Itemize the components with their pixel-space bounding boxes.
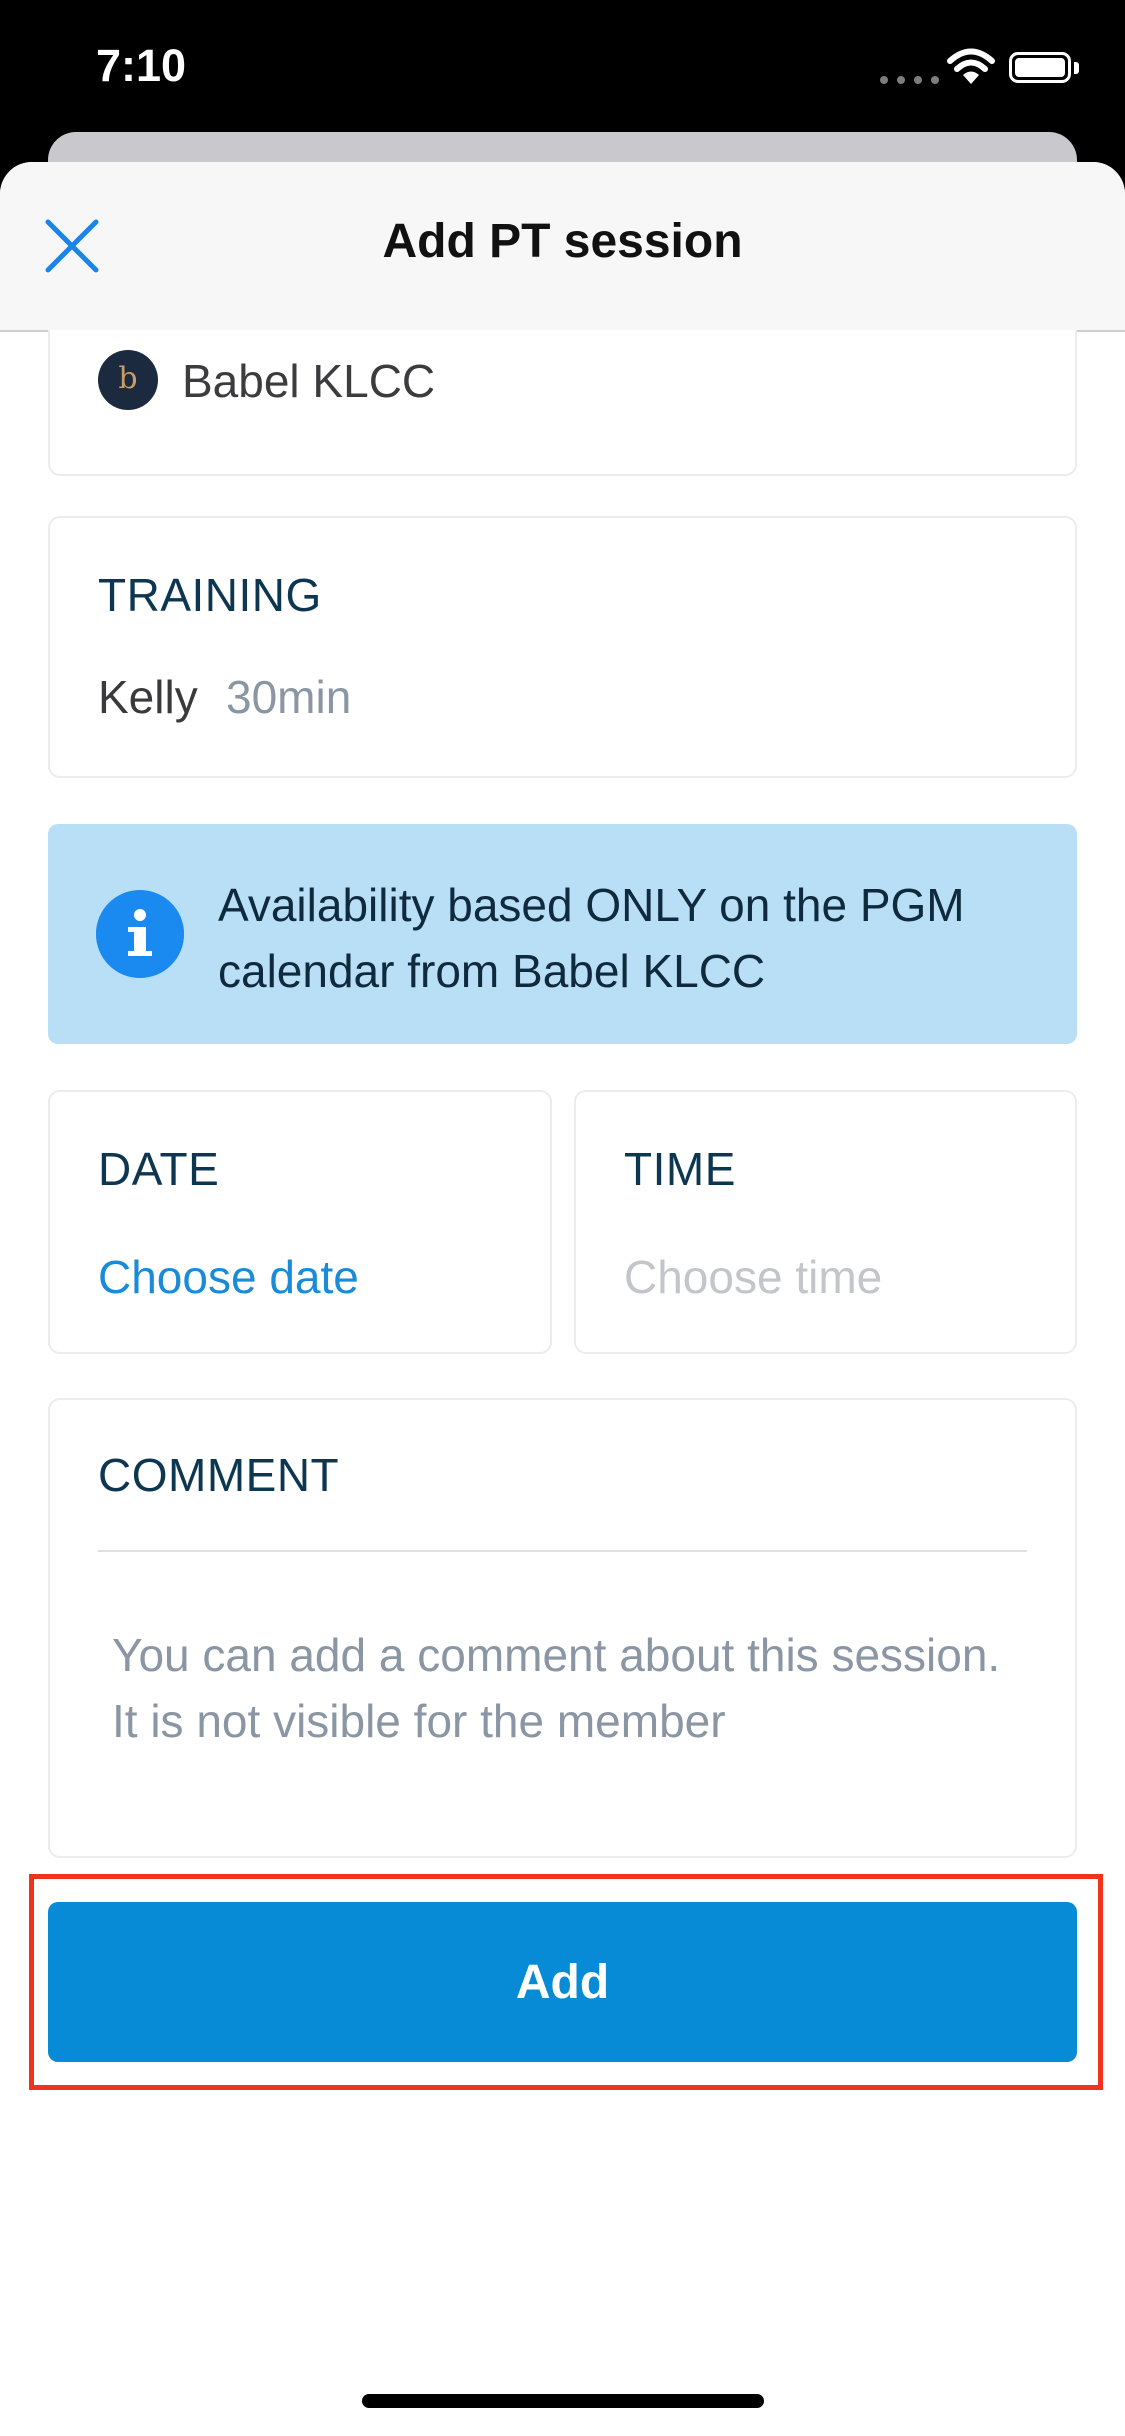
status-bar: 7:10	[0, 0, 1125, 140]
battery-cap	[1074, 62, 1079, 74]
time-label: TIME	[624, 1143, 736, 1195]
battery-icon	[1009, 52, 1071, 83]
comment-input[interactable]: You can add a comment about this session…	[112, 1622, 1012, 1754]
date-label: DATE	[98, 1143, 220, 1195]
choose-date-value[interactable]: Choose date	[98, 1250, 359, 1304]
trainer-name: Kelly	[98, 671, 198, 723]
gym-card[interactable]: b Babel KLCC	[48, 330, 1077, 476]
info-text: Availability based ONLY on the PGM calen…	[218, 879, 965, 997]
gym-name: Babel KLCC	[182, 355, 436, 407]
comment-divider	[98, 1550, 1027, 1552]
add-button[interactable]: Add	[48, 1902, 1077, 2062]
wifi-icon	[947, 48, 995, 84]
choose-time-value[interactable]: Choose time	[624, 1250, 882, 1304]
time-picker-card[interactable]: TIME Choose time	[574, 1090, 1077, 1354]
training-label: TRAINING	[98, 569, 322, 621]
home-indicator	[362, 2394, 764, 2408]
comment-card[interactable]: COMMENT You can add a comment about this…	[48, 1398, 1077, 1858]
modal-sheet: Add PT session b Babel KLCC TRAINING Kel…	[0, 162, 1125, 2436]
gym-logo: b	[98, 350, 158, 410]
info-icon	[96, 890, 184, 978]
training-card[interactable]: TRAINING Kelly 30min	[48, 516, 1077, 778]
session-duration: 30min	[226, 671, 352, 723]
cellular-signal-icon	[880, 76, 939, 84]
availability-info-banner: Availability based ONLY on the PGM calen…	[48, 824, 1077, 1044]
page-title: Add PT session	[382, 215, 743, 268]
date-picker-card[interactable]: DATE Choose date	[48, 1090, 552, 1354]
comment-label: COMMENT	[98, 1449, 340, 1501]
status-time: 7:10	[96, 40, 187, 91]
nav-bar: Add PT session	[0, 162, 1125, 332]
